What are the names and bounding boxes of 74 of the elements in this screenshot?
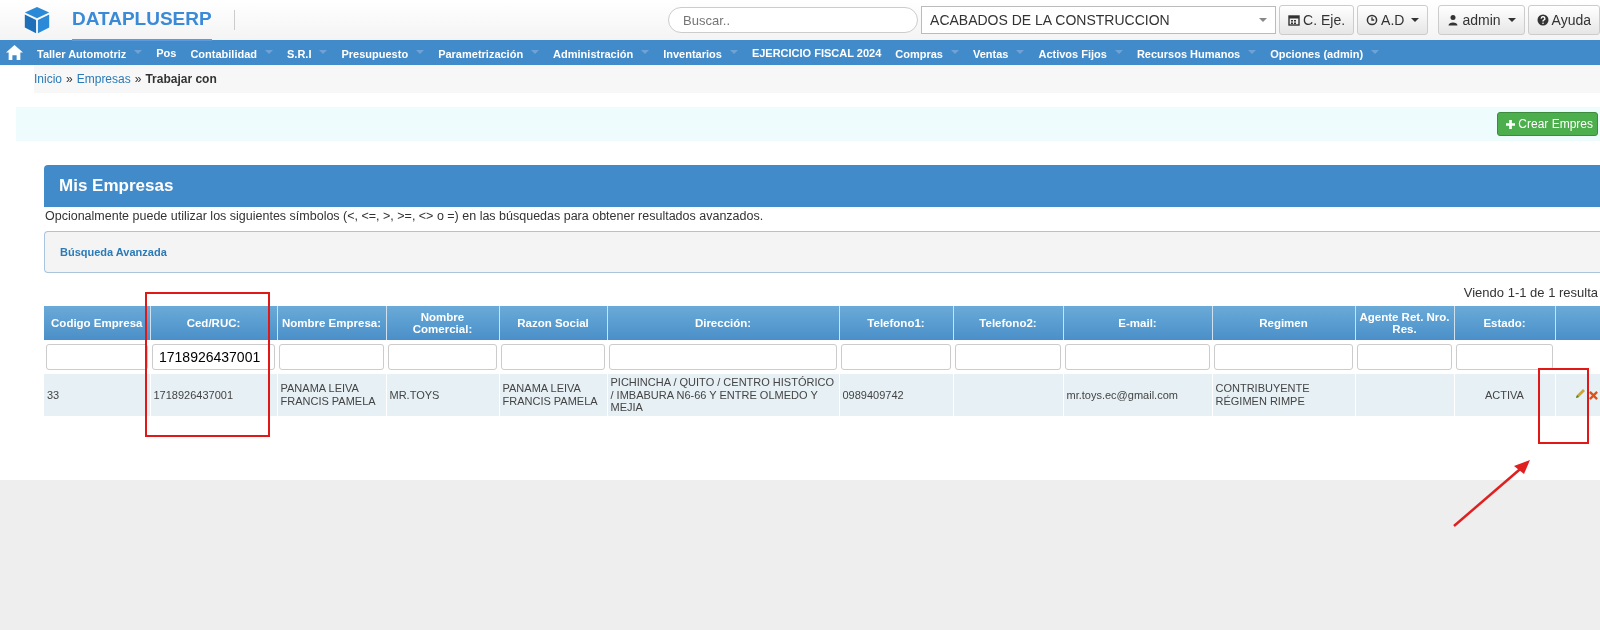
table-cell: PANAMA LEIVA FRANCIS PAMELA [277, 374, 386, 416]
nav-menu-item[interactable]: Ventas [972, 45, 1025, 60]
nav-menu-item[interactable]: Recursos Humanos [1136, 45, 1257, 60]
filter-field[interactable]: 1718926437001 [152, 344, 275, 370]
table-cell: 1718926437001 [150, 374, 277, 416]
pencil-edit-icon[interactable] [1573, 387, 1586, 400]
company-select[interactable]: ACABADOS DE LA CONSTRUCCION [921, 6, 1277, 34]
nav-menu-item[interactable]: Parametrización [438, 45, 540, 60]
search-field[interactable]: Buscar.. [668, 7, 919, 33]
nav-menu-item[interactable]: EJERCICIO FISCAL 2024 [751, 46, 882, 59]
header-button[interactable]: A.D [1357, 5, 1429, 35]
nav-menu-item[interactable]: Activos Fijos [1038, 45, 1123, 60]
nav-menu-item[interactable]: Inventarios [663, 45, 738, 60]
search-hint-text: Opcionalmente puede utilizar los siguientes símbolos (<, <=, >, >=, <> o =) en las búsquedas para obtener resultados avanzados. [44, 208, 765, 223]
column-header[interactable]: Nombre Comercial: [386, 306, 499, 340]
breadcrumb-link[interactable]: Inicio [34, 72, 62, 86]
create-company-button[interactable]: Crear Empres [1497, 112, 1598, 136]
filter-field[interactable] [841, 344, 951, 370]
breadcrumb-link[interactable]: Empresas [76, 72, 131, 86]
nav-menu-item[interactable]: Pos [156, 46, 177, 59]
column-header [1555, 306, 1600, 340]
delete-icon[interactable] [1588, 390, 1598, 400]
advanced-search-link[interactable]: Búsqueda Avanzada [60, 246, 167, 258]
results-summary: Viendo 1-1 de 1 resulta [1463, 285, 1598, 300]
calendar-icon [1288, 14, 1301, 26]
column-header[interactable]: Razon Social [499, 306, 607, 340]
nav-menu-item[interactable]: Compras [895, 45, 959, 60]
table-cell: CONTRIBUYENTE RÉGIMEN RIMPE [1212, 374, 1355, 416]
header-button[interactable]: Ayuda [1527, 5, 1600, 35]
filter-field[interactable] [609, 344, 837, 370]
table-cell: 0989409742 [839, 374, 953, 416]
home-icon[interactable] [6, 45, 23, 60]
filter-field[interactable] [46, 344, 148, 370]
filter-field[interactable] [1065, 344, 1210, 370]
column-header[interactable]: E-mail: [1063, 306, 1212, 340]
table-cell: PANAMA LEIVA FRANCIS PAMELA [499, 374, 607, 416]
breadcrumb-current: Trabajar con [145, 72, 217, 86]
plus-icon [1506, 119, 1516, 129]
nav-menu-item[interactable]: Presupuesto [341, 45, 425, 60]
table-cell: mr.toys.ec@gmail.com [1063, 374, 1212, 416]
panel-title: Mis Empresas [59, 176, 174, 196]
column-header[interactable]: Regimen [1212, 306, 1355, 340]
nav-menu-item[interactable]: Opciones (admin) [1270, 45, 1380, 60]
header-button[interactable]: C. Eje. [1279, 5, 1355, 35]
filter-field[interactable] [955, 344, 1061, 370]
filter-field[interactable] [1456, 344, 1553, 370]
column-header[interactable]: Nombre Empresa: [277, 306, 386, 340]
column-header[interactable]: Estado: [1454, 306, 1555, 340]
nav-menu-item[interactable]: S.R.I [287, 45, 328, 60]
nav-menu-item[interactable]: Taller Automotriz [37, 45, 143, 60]
nav-menu-item[interactable]: Administración [553, 45, 650, 60]
filter-field[interactable] [1357, 344, 1452, 370]
column-header[interactable]: Agente Ret. Nro. Res. [1355, 306, 1454, 340]
breadcrumb-separator: » [134, 72, 142, 86]
filter-field[interactable] [1214, 344, 1353, 370]
user-icon [1447, 14, 1460, 26]
column-header[interactable]: Dirección: [607, 306, 839, 340]
filter-field[interactable] [388, 344, 497, 370]
table-cell: MR.TOYS [386, 374, 499, 416]
filter-field[interactable] [279, 344, 384, 370]
help-icon [1536, 14, 1549, 26]
column-header[interactable]: Codigo Empresa [44, 306, 150, 340]
nav-menu-item[interactable]: Contabilidad [190, 45, 274, 60]
clock-icon [1366, 14, 1379, 26]
table-cell: ACTIVA [1454, 374, 1555, 416]
cube-logo-icon [22, 5, 52, 35]
column-header[interactable]: Ced/RUC: [150, 306, 277, 340]
table-cell: 33 [44, 374, 150, 416]
breadcrumb-separator: » [66, 72, 73, 86]
table-cell: PICHINCHA / QUITO / CENTRO HISTÓRICO / IMBABURA N6-66 Y ENTRE OLMEDO Y MEJIA [607, 374, 839, 416]
filter-field[interactable] [501, 344, 605, 370]
column-header[interactable]: Telefono2: [953, 306, 1063, 340]
column-header[interactable]: Telefono1: [839, 306, 953, 340]
header-button[interactable]: admin [1438, 5, 1525, 35]
